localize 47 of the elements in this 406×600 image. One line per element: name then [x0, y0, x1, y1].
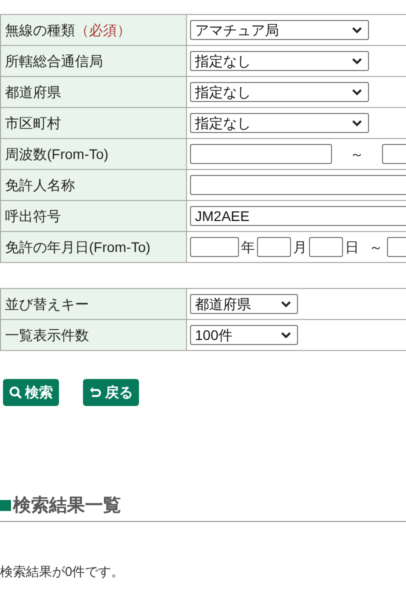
chevron-down-icon [281, 332, 291, 338]
square-icon [0, 500, 11, 511]
date-unit: 月 [293, 238, 307, 256]
field-label: 呼出符号 [5, 206, 61, 226]
field-label: 無線の種類 [5, 20, 75, 40]
input-field[interactable] [309, 237, 343, 257]
input-field[interactable] [257, 237, 291, 257]
field-label: 並び替えキー [5, 294, 89, 314]
input-field[interactable] [190, 237, 239, 257]
field-label: 免許の年月日(From-To) [5, 238, 150, 257]
dropdown-value: 都道府県 [195, 297, 251, 311]
dropdown[interactable]: 指定なし [190, 82, 369, 102]
input-field[interactable] [190, 175, 406, 195]
dropdown[interactable]: アマチュア局 [190, 20, 369, 40]
result-message: 検索結果が0件です。 [0, 563, 126, 581]
field-label: 免許人名称 [5, 176, 75, 194]
dropdown[interactable]: 100件 [190, 325, 298, 345]
dropdown-value: アマチュア局 [195, 23, 279, 37]
dropdown-value: 100件 [195, 328, 232, 342]
dropdown[interactable]: 指定なし [190, 113, 369, 133]
field-label: 都道府県 [5, 82, 61, 102]
date-unit: 日 [345, 238, 359, 256]
dropdown-value: 指定なし [195, 85, 251, 99]
input-field[interactable] [190, 144, 332, 164]
search-icon [9, 386, 22, 399]
undo-icon [89, 386, 102, 399]
range-separator: ～ [369, 238, 383, 256]
chevron-down-icon [352, 26, 362, 34]
dropdown[interactable]: 指定なし [190, 51, 369, 71]
chevron-down-icon [352, 120, 362, 126]
action-button[interactable]: 戻る [83, 379, 139, 406]
dropdown-value: 指定なし [195, 116, 251, 130]
action-button[interactable]: 検索 [3, 379, 59, 406]
date-unit: 年 [241, 238, 255, 256]
input-field[interactable]: JM2AEE [190, 206, 406, 226]
field-label: 一覧表示件数 [5, 326, 89, 344]
chevron-down-icon [352, 88, 362, 96]
section-heading: 検索結果一覧 [13, 494, 121, 517]
required-note: （必須） [75, 20, 131, 40]
range-separator: ～ [350, 144, 364, 164]
dropdown-value: 指定なし [195, 54, 251, 68]
chevron-down-icon [281, 300, 291, 308]
field-label: 市区町村 [5, 114, 61, 132]
chevron-down-icon [352, 58, 362, 64]
dropdown[interactable]: 都道府県 [190, 294, 298, 314]
field-label: 所轄総合通信局 [5, 52, 103, 70]
field-label: 周波数(From-To) [5, 144, 108, 164]
